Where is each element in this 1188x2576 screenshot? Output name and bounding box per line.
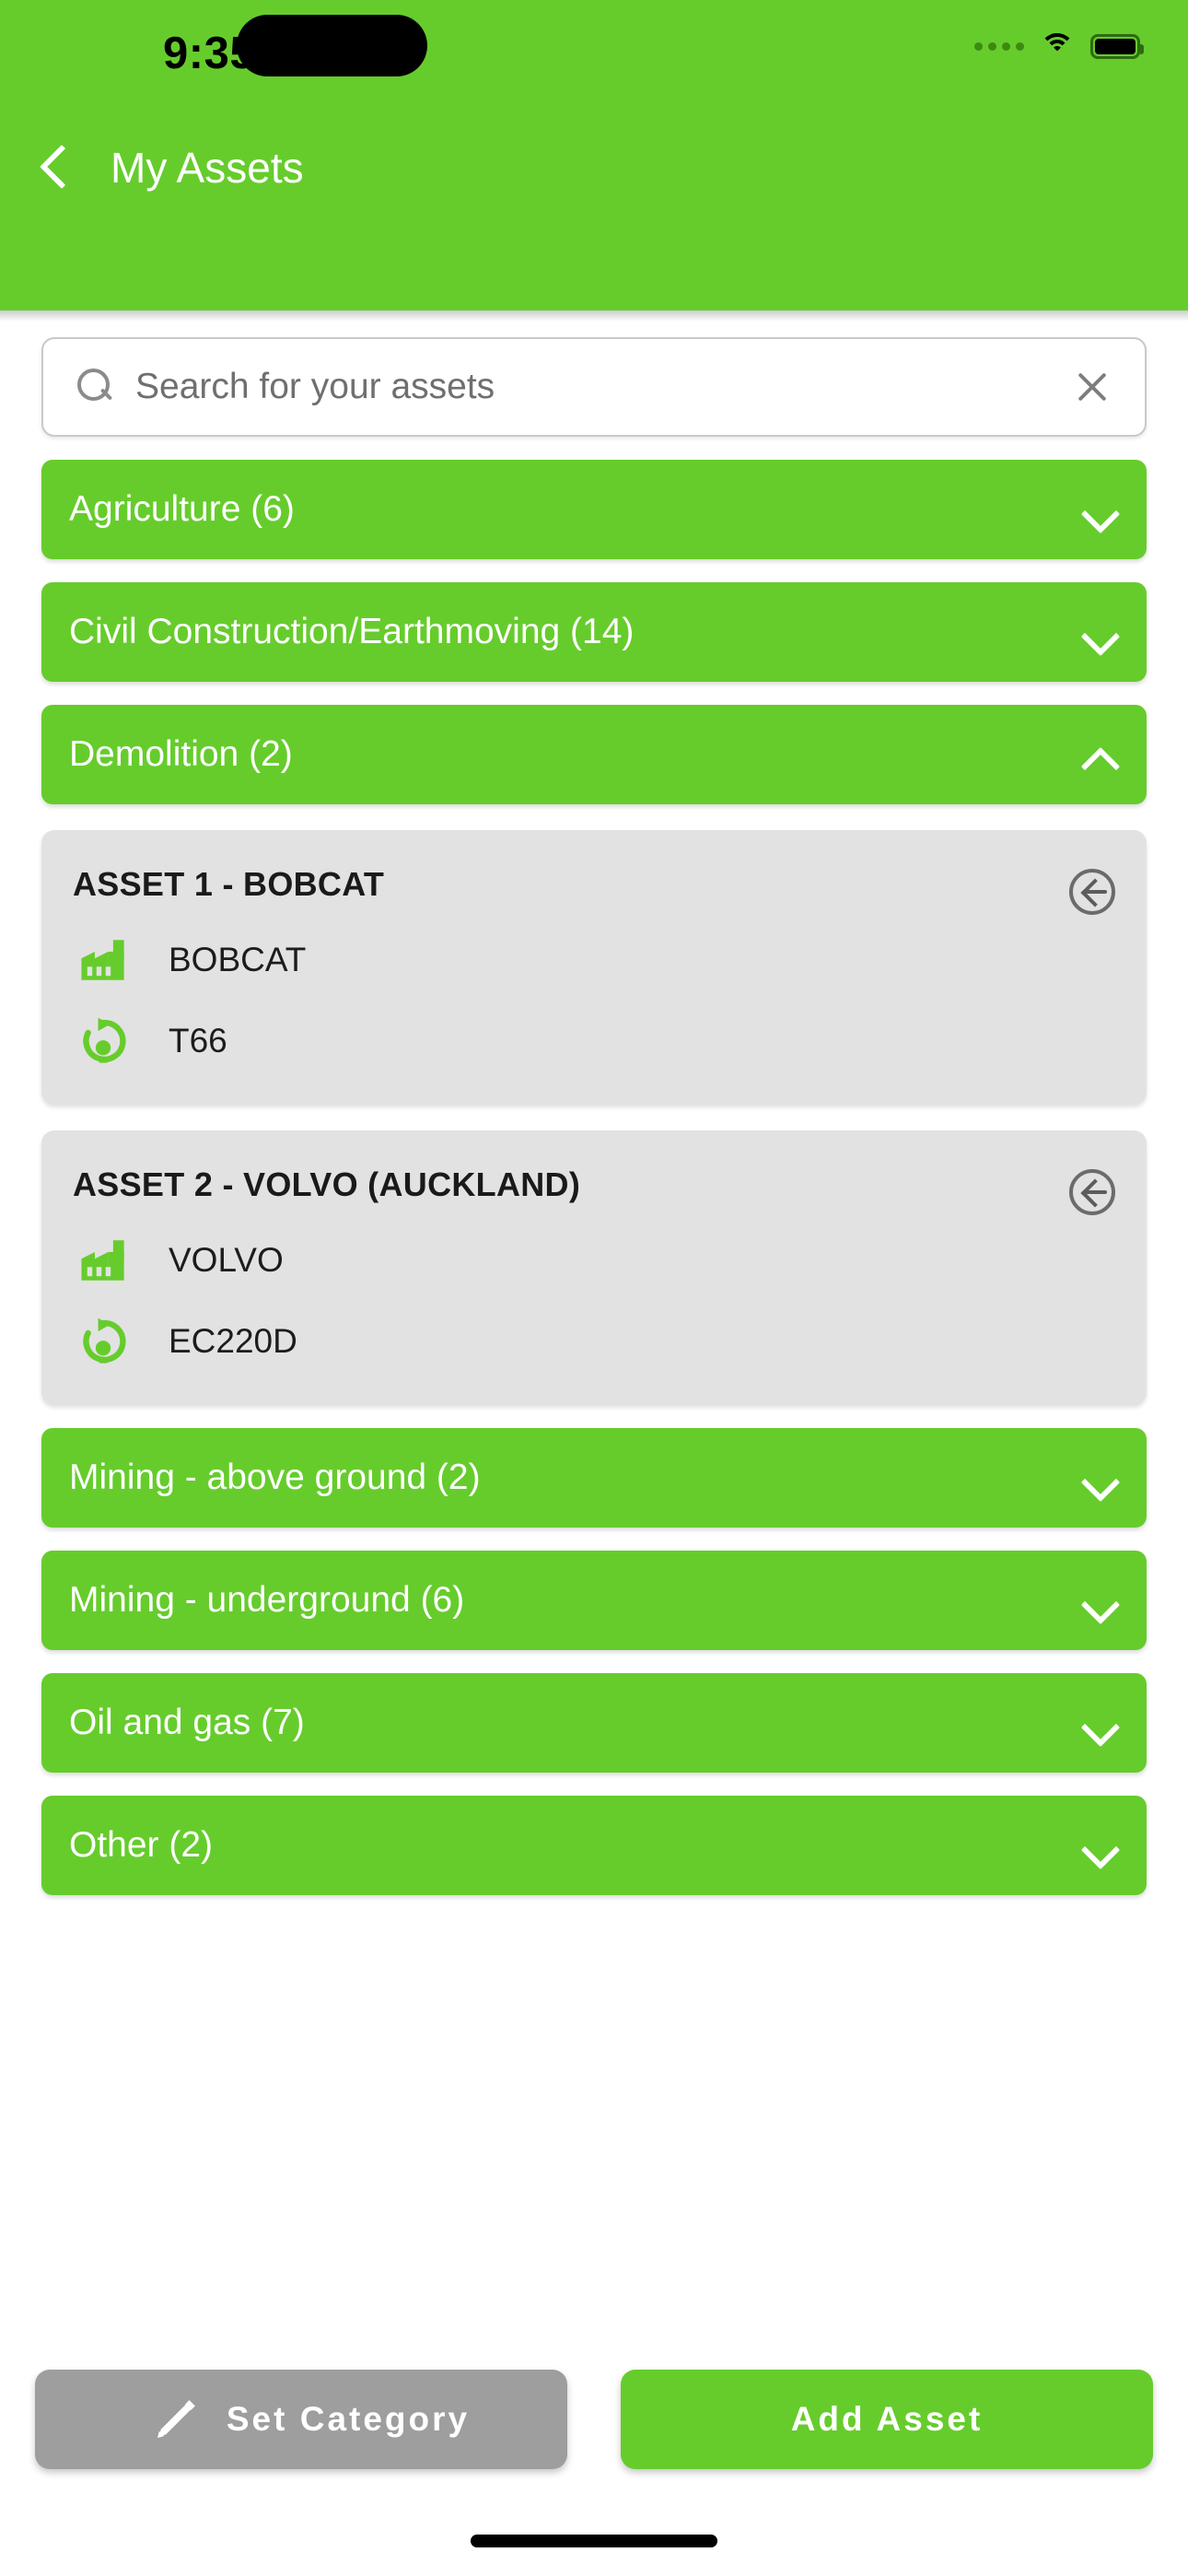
wifi-icon [1040, 33, 1075, 59]
category-row-demolition[interactable]: Demolition (2) [41, 705, 1147, 804]
refresh-arrow-icon [76, 1014, 130, 1068]
status-bar: 9:35 [0, 0, 1188, 111]
green-header-block: 9:35 My Assets [0, 0, 1188, 310]
category-label: Agriculture (6) [69, 489, 295, 529]
page-title: My Assets [111, 144, 304, 192]
factory-icon [76, 933, 130, 987]
chevron-down-icon [1078, 1458, 1119, 1498]
chevron-down-icon [1078, 1580, 1119, 1621]
app-screen: 9:35 My Assets Search for your assets Ag… [0, 0, 1188, 2576]
cellular-dots-icon [974, 41, 1024, 51]
chevron-down-icon [1078, 1825, 1119, 1866]
asset-card[interactable]: ASSET 2 - VOLVO (AUCKLAND) VOLVO EC220D [41, 1130, 1147, 1405]
category-label: Civil Construction/Earthmoving (14) [69, 612, 635, 651]
set-category-label: Set Category [226, 2400, 471, 2438]
category-row-mining-above-ground[interactable]: Mining - above ground (2) [41, 1428, 1147, 1528]
close-icon[interactable] [1071, 366, 1113, 408]
chevron-up-icon [1078, 734, 1119, 775]
action-bar: Set Category Add Asset [0, 2370, 1188, 2469]
search-icon [75, 367, 115, 407]
category-row-agriculture[interactable]: Agriculture (6) [41, 460, 1147, 559]
factory-icon [76, 1234, 130, 1287]
asset-card[interactable]: ASSET 1 - BOBCAT BOBCAT T66 [41, 830, 1147, 1105]
asset-model-row: T66 [73, 1014, 1115, 1068]
back-button[interactable] [28, 140, 85, 197]
chevron-down-icon [1078, 612, 1119, 652]
asset-make: VOLVO [169, 1241, 284, 1279]
status-bar-icons [974, 33, 1144, 59]
add-asset-button[interactable]: Add Asset [621, 2370, 1153, 2469]
search-input[interactable] [115, 367, 1071, 407]
pencil-icon [149, 2393, 203, 2446]
add-asset-label: Add Asset [790, 2400, 984, 2438]
category-label: Mining - above ground (2) [69, 1458, 481, 1497]
circle-arrow-left-icon[interactable] [1069, 1169, 1115, 1215]
refresh-arrow-icon [76, 1315, 130, 1368]
category-row-other[interactable]: Other (2) [41, 1796, 1147, 1895]
asset-title: ASSET 1 - BOBCAT [73, 865, 385, 903]
home-indicator [471, 2535, 717, 2547]
asset-make: BOBCAT [169, 941, 307, 978]
category-row-oil-and-gas[interactable]: Oil and gas (7) [41, 1673, 1147, 1773]
chevron-down-icon [1078, 489, 1119, 530]
category-label: Mining - underground (6) [69, 1580, 465, 1620]
set-category-button[interactable]: Set Category [35, 2370, 567, 2469]
asset-title: ASSET 2 - VOLVO (AUCKLAND) [73, 1165, 581, 1203]
chevron-down-icon [1078, 1703, 1119, 1743]
asset-make-row: VOLVO [73, 1234, 1115, 1287]
category-label: Other (2) [69, 1825, 214, 1865]
asset-model: T66 [169, 1022, 227, 1060]
circle-arrow-left-icon[interactable] [1069, 869, 1115, 915]
asset-model: EC220D [169, 1322, 297, 1360]
category-label: Demolition (2) [69, 734, 293, 774]
category-row-mining-underground[interactable]: Mining - underground (6) [41, 1551, 1147, 1650]
category-row-civil-construction[interactable]: Civil Construction/Earthmoving (14) [41, 582, 1147, 682]
asset-model-row: EC220D [73, 1315, 1115, 1368]
asset-make-row: BOBCAT [73, 933, 1115, 987]
scroll-content: Agriculture (6) Civil Construction/Earth… [0, 310, 1188, 2576]
category-label: Oil and gas (7) [69, 1703, 305, 1742]
dynamic-island [237, 15, 427, 76]
navigation-bar: My Assets [0, 111, 1188, 240]
battery-icon [1090, 33, 1144, 59]
search-bar[interactable] [41, 337, 1147, 437]
